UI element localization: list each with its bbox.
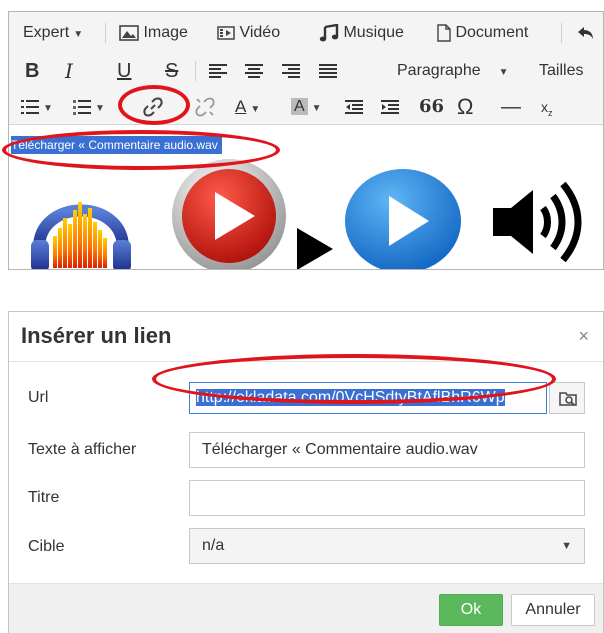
dialog-header: Insérer un lien ×: [9, 312, 603, 362]
video-icon: [217, 26, 235, 40]
italic-button[interactable]: I: [65, 52, 73, 90]
image-icon: [119, 24, 139, 41]
insert-video-label: Vidéo: [239, 24, 281, 41]
selected-link-text[interactable]: Télécharger « Commentaire audio.wav: [11, 136, 222, 154]
document-icon: [437, 24, 451, 42]
speaker-icon: [493, 181, 582, 263]
blockquote-button[interactable]: 66: [419, 88, 444, 126]
insert-image-button[interactable]: Image: [119, 14, 188, 52]
indent-icon: [381, 99, 399, 114]
title-label: Titre: [28, 489, 60, 506]
dialog-footer: Ok Annuler: [9, 583, 603, 633]
subscript-button[interactable]: xz: [541, 88, 553, 126]
outdent-icon: [345, 99, 363, 114]
underline-button[interactable]: U: [117, 52, 131, 90]
url-input[interactable]: http://ekladata.com/0VcHSdtyBtAflBhR6Wp: [189, 382, 547, 414]
chevron-down-icon: ▼: [250, 104, 261, 115]
toolbar-divider: [561, 23, 562, 43]
subscript-icon: xz: [541, 99, 553, 118]
chevron-down-icon: ▼: [311, 103, 322, 114]
align-left-icon: [209, 63, 227, 78]
ok-button[interactable]: Ok: [439, 594, 503, 626]
expert-menu-button[interactable]: Expert ▼: [23, 14, 83, 52]
outdent-button[interactable]: [345, 88, 363, 126]
close-icon[interactable]: ×: [578, 326, 589, 347]
toolbar-row-2: B I U S Paragraphe ▼ Tailles: [9, 52, 603, 90]
unlink-icon: [195, 97, 215, 117]
target-select-value: n/a: [202, 537, 225, 554]
numbered-list-button[interactable]: ▼: [73, 88, 105, 126]
expert-menu-label: Expert: [23, 24, 70, 41]
bullet-list-button[interactable]: ▼: [21, 88, 53, 126]
horizontal-rule-button[interactable]: —: [501, 88, 521, 126]
editor-toolbar: Expert ▼ Image Vidéo Musique Document B …: [9, 12, 603, 125]
insert-document-button[interactable]: Document: [437, 14, 528, 52]
toolbar-divider: [195, 61, 196, 81]
editor-content[interactable]: Télécharger « Commentaire audio.wav: [9, 126, 603, 269]
insert-music-button[interactable]: Musique: [319, 14, 404, 52]
align-right-icon: [282, 63, 300, 78]
undo-icon: [578, 26, 593, 39]
url-field-group: http://ekladata.com/0VcHSdtyBtAflBhR6Wp: [189, 382, 585, 414]
size-select-label: Tailles: [539, 62, 584, 79]
indent-button[interactable]: [381, 88, 399, 126]
chevron-down-icon: ▼: [43, 103, 53, 114]
toolbar-row-3: ▼ ▼ A ▼ A ▼ 66 Ω — xz: [9, 88, 603, 126]
chevron-down-icon: ▼: [73, 29, 84, 40]
blue-play-icon: [345, 169, 461, 269]
browse-folder-icon: [559, 392, 577, 406]
undo-button[interactable]: [577, 14, 595, 52]
align-justify-icon: [319, 63, 337, 78]
align-justify-button[interactable]: [319, 52, 337, 90]
insert-image-label: Image: [143, 24, 188, 41]
special-char-button[interactable]: Ω: [457, 88, 473, 126]
target-select[interactable]: n/a ▼: [189, 528, 585, 564]
chevron-down-icon: ▼: [561, 540, 572, 552]
insert-link-button[interactable]: [143, 88, 163, 126]
align-right-button[interactable]: [282, 52, 300, 90]
black-triangle-icon: [297, 228, 333, 269]
strikethrough-button[interactable]: S: [165, 52, 178, 90]
unlink-button[interactable]: [195, 88, 215, 126]
format-select[interactable]: Paragraphe ▼: [397, 52, 509, 90]
audacity-icon: [31, 202, 131, 269]
text-color-icon: A: [235, 97, 247, 116]
insert-document-label: Document: [455, 24, 529, 41]
target-label: Cible: [28, 538, 65, 555]
format-select-label: Paragraphe: [397, 62, 481, 79]
dialog-title: Insérer un lien: [21, 323, 172, 348]
align-center-icon: [245, 63, 263, 78]
red-play-icon: [172, 159, 286, 269]
editor-panel: Expert ▼ Image Vidéo Musique Document B …: [8, 11, 604, 270]
music-icon: [319, 23, 339, 42]
display-text-input[interactable]: Télécharger « Commentaire audio.wav: [189, 432, 585, 468]
link-icon: [143, 97, 163, 117]
cancel-button[interactable]: Annuler: [511, 594, 595, 626]
insert-link-dialog: Insérer un lien × Url http://ekladata.co…: [8, 311, 604, 633]
numbered-list-icon: [73, 99, 91, 115]
background-color-button[interactable]: A ▼: [291, 88, 322, 126]
insert-music-label: Musique: [343, 24, 404, 41]
toolbar-row-1: Expert ▼ Image Vidéo Musique Document: [9, 14, 603, 52]
chevron-down-icon: ▼: [498, 67, 509, 78]
display-text-label: Texte à afficher: [28, 441, 137, 458]
browse-button[interactable]: [549, 382, 585, 414]
chevron-down-icon: ▼: [95, 103, 105, 114]
align-center-button[interactable]: [245, 52, 263, 90]
title-input[interactable]: [189, 480, 585, 516]
bullet-list-icon: [21, 99, 39, 114]
url-label: Url: [28, 389, 49, 406]
toolbar-divider: [105, 23, 106, 43]
background-color-icon: A: [291, 98, 308, 115]
bold-button[interactable]: B: [25, 52, 39, 90]
insert-video-button[interactable]: Vidéo: [217, 14, 280, 52]
size-select[interactable]: Tailles: [539, 52, 583, 90]
align-left-button[interactable]: [209, 52, 227, 90]
dialog-body: Url http://ekladata.com/0VcHSdtyBtAflBhR…: [9, 363, 603, 583]
text-color-button[interactable]: A ▼: [235, 88, 260, 126]
url-input-value: http://ekladata.com/0VcHSdtyBtAflBhR6Wp: [196, 389, 505, 406]
